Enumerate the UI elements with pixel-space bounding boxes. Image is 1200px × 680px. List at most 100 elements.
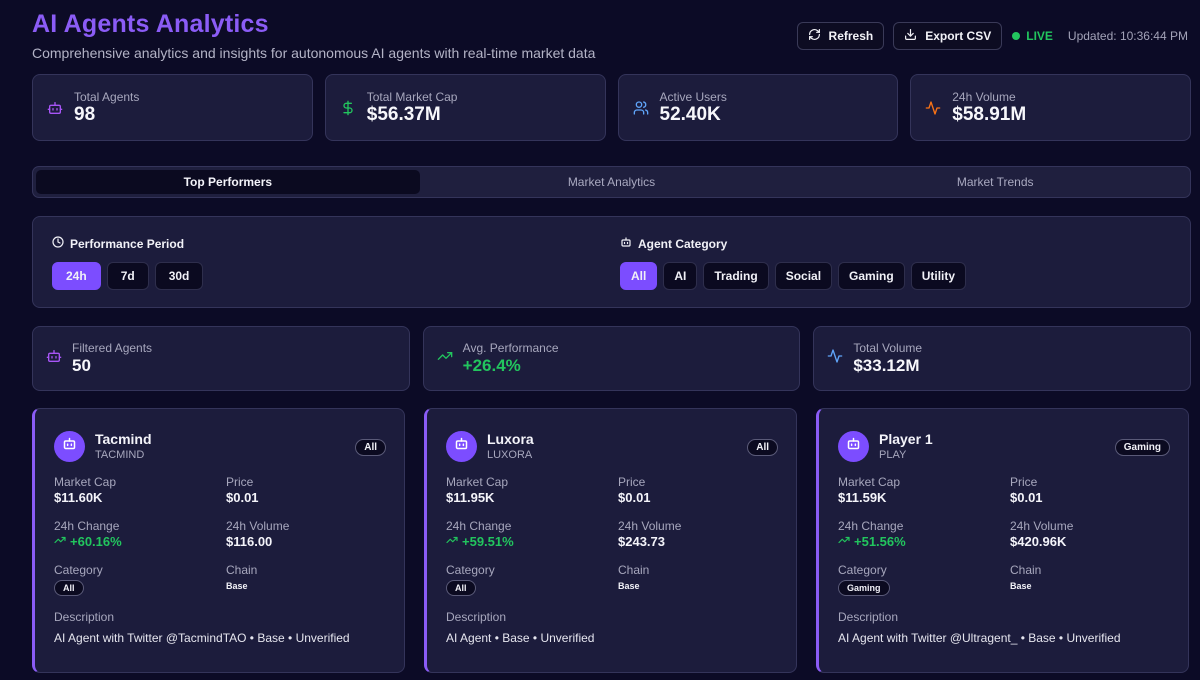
header-actions: Refresh Export CSV LIVE Updated: 10:36:4… xyxy=(796,22,1188,50)
robot-icon xyxy=(846,436,861,456)
robot-icon xyxy=(454,436,469,456)
description-label: Description xyxy=(446,610,507,624)
category-chip-trading[interactable]: Trading xyxy=(703,262,769,290)
export-csv-button[interactable]: Export CSV xyxy=(893,22,1003,50)
stat-24h-volume: 24h Volume $58.91M xyxy=(910,74,1191,141)
description-text: AI Agent with Twitter @Ultragent_ • Base… xyxy=(838,631,1121,645)
category-chip-all[interactable]: All xyxy=(620,262,658,290)
category-chip-gaming[interactable]: Gaming xyxy=(838,262,905,290)
volume-value: $420.96K xyxy=(1010,534,1067,549)
price-label: Price xyxy=(618,475,646,489)
agent-card-luxora[interactable]: Luxora LUXORA All Market Cap $11.95K Pric… xyxy=(424,408,797,673)
market-cap-value: $11.59K xyxy=(838,490,887,505)
chain-value: Base xyxy=(618,581,640,591)
summary-value: $33.12M xyxy=(853,355,920,375)
robot-icon xyxy=(62,436,77,456)
agent-category-filter: Agent Category All AI Trading Social Gam… xyxy=(620,236,967,290)
description-text: AI Agent • Base • Unverified xyxy=(446,631,595,645)
tab-top-performers[interactable]: Top Performers xyxy=(36,170,420,194)
export-label: Export CSV xyxy=(925,29,992,43)
agent-card-header: Luxora LUXORA xyxy=(446,429,778,463)
price-label: Price xyxy=(226,475,254,489)
download-icon xyxy=(904,28,917,44)
volume-value: $243.73 xyxy=(618,534,665,549)
activity-icon xyxy=(827,348,843,369)
agent-category-label: Agent Category xyxy=(638,236,728,251)
stat-value: $56.37M xyxy=(366,103,441,125)
market-cap-label: Market Cap xyxy=(838,475,901,489)
agent-avatar xyxy=(446,430,477,462)
agent-card-tacmind[interactable]: Tacmind TACMIND All Market Cap $11.60K Pr… xyxy=(32,408,405,673)
robot-icon xyxy=(46,348,62,369)
summary-filtered-agents: Filtered Agents 50 xyxy=(32,326,410,391)
dollar-icon xyxy=(339,99,357,117)
agent-card-player-1[interactable]: Player 1 PLAY Gaming Market Cap $11.59K P… xyxy=(816,408,1189,673)
chain-label: Chain xyxy=(1010,563,1042,577)
agent-category-badge: Gaming xyxy=(1114,439,1170,456)
volume-value: $116.00 xyxy=(226,534,273,549)
change-label: 24h Change xyxy=(54,519,120,533)
chain-label: Chain xyxy=(618,563,650,577)
description-label: Description xyxy=(54,610,115,624)
category-label: Category xyxy=(446,563,495,577)
summary-total-volume: Total Volume $33.12M xyxy=(813,326,1192,391)
agent-name: Luxora xyxy=(487,431,534,447)
stat-active-users: Active Users 52.40K xyxy=(617,74,899,141)
stat-value: 98 xyxy=(74,103,96,125)
stat-label: 24h Volume xyxy=(952,89,1016,104)
market-cap-label: Market Cap xyxy=(54,475,117,489)
agent-metrics: Market Cap $11.59K Price $0.01 24h Change … xyxy=(838,475,1170,596)
period-chip-24h[interactable]: 24h xyxy=(52,262,101,290)
volume-label: 24h Volume xyxy=(618,519,682,533)
stat-label: Total Market Cap xyxy=(366,89,458,104)
change-value: +51.56% xyxy=(838,533,1010,550)
category-badge: Gaming xyxy=(838,580,890,596)
activity-icon xyxy=(924,99,942,117)
agent-category-badge: All xyxy=(355,439,386,456)
stat-value: $58.91M xyxy=(952,103,1027,125)
summary-label: Total Volume xyxy=(853,340,923,355)
agent-cards: Tacmind TACMIND All Market Cap $11.60K Pr… xyxy=(32,408,1191,673)
agent-name: Player 1 xyxy=(879,431,933,447)
robot-icon xyxy=(46,99,64,117)
refresh-button[interactable]: Refresh xyxy=(796,22,885,50)
agent-symbol: LUXORA xyxy=(487,449,533,461)
tab-market-trends[interactable]: Market Trends xyxy=(803,170,1187,194)
summary-value: 50 xyxy=(72,355,91,375)
live-dot-icon xyxy=(1012,32,1021,40)
chain-value: Base xyxy=(1010,581,1032,591)
price-value: $0.01 xyxy=(1010,490,1043,505)
summary-row: Filtered Agents 50 Avg. Performance +26.… xyxy=(32,326,1192,391)
performance-period-label: Performance Period xyxy=(70,236,185,251)
price-label: Price xyxy=(1010,475,1038,489)
volume-label: 24h Volume xyxy=(1010,519,1074,533)
agent-avatar xyxy=(54,430,85,462)
performance-period-title: Performance Period xyxy=(52,236,203,251)
view-tabs: Top Performers Market Analytics Market T… xyxy=(32,166,1191,198)
category-chips: All AI Trading Social Gaming Utility xyxy=(620,262,967,290)
stat-label: Total Agents xyxy=(74,89,140,104)
performance-period-filter: Performance Period 24h 7d 30d xyxy=(52,236,204,290)
period-chip-7d[interactable]: 7d xyxy=(106,262,149,290)
period-chip-30d[interactable]: 30d xyxy=(154,262,204,290)
category-badge: All xyxy=(54,580,84,596)
stat-label: Active Users xyxy=(659,89,727,104)
change-value: +59.51% xyxy=(446,533,618,550)
agent-name: Tacmind xyxy=(95,431,152,447)
category-chip-utility[interactable]: Utility xyxy=(910,262,967,290)
robot-icon xyxy=(620,236,632,251)
agent-metrics: Market Cap $11.60K Price $0.01 24h Change … xyxy=(54,475,386,596)
stat-value: 52.40K xyxy=(659,103,721,125)
agent-symbol: TACMIND xyxy=(95,449,145,461)
category-chip-social[interactable]: Social xyxy=(774,262,833,290)
change-label: 24h Change xyxy=(446,519,512,533)
stat-total-agents: Total Agents 98 xyxy=(32,74,313,141)
live-label: LIVE xyxy=(1026,29,1053,43)
users-icon xyxy=(632,99,650,117)
agent-metrics: Market Cap $11.95K Price $0.01 24h Change … xyxy=(446,475,778,596)
period-chips: 24h 7d 30d xyxy=(52,262,204,290)
category-chip-ai[interactable]: AI xyxy=(663,262,698,290)
tab-market-analytics[interactable]: Market Analytics xyxy=(420,170,804,194)
chain-label: Chain xyxy=(226,563,258,577)
summary-value: +26.4% xyxy=(462,355,521,375)
